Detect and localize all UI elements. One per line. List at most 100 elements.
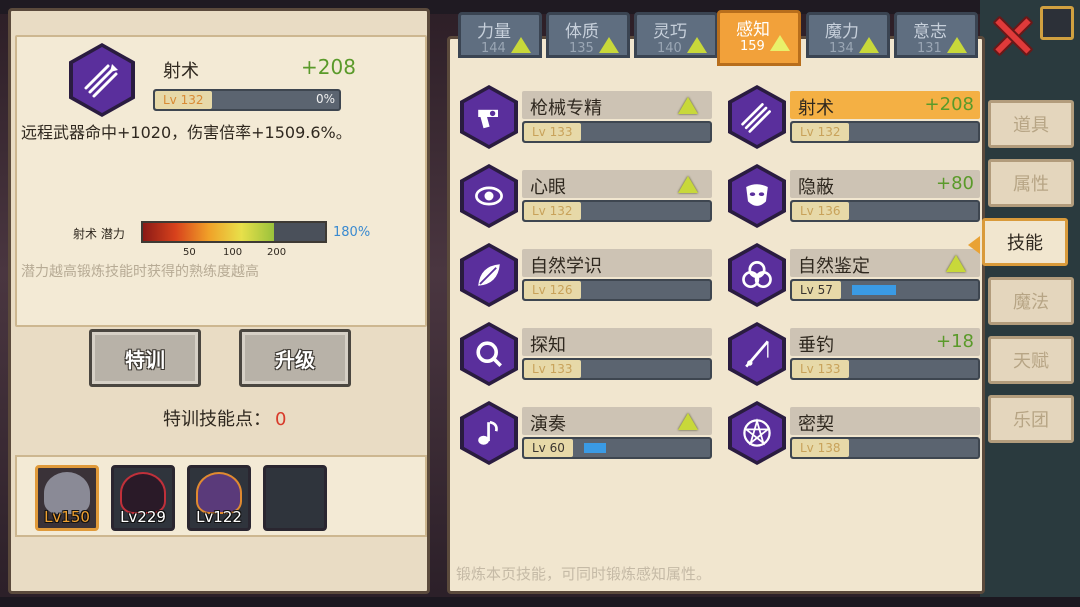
skill-badge xyxy=(728,164,786,228)
party-slot-1[interactable]: Lv150 xyxy=(35,465,99,531)
skill-level: Lv 133 xyxy=(524,123,581,141)
upgrade-arrow-icon xyxy=(770,35,790,51)
side-tab[interactable]: 道具 xyxy=(988,100,1074,148)
skill-name: 自然鉴定 xyxy=(798,256,870,277)
skill-header: 垂钓 +18 xyxy=(790,328,980,356)
pentagram-icon xyxy=(743,418,771,447)
upgrade-arrow-icon xyxy=(678,413,698,430)
skill-level: Lv 132 xyxy=(792,123,849,141)
skill-level-bar: Lv 133 xyxy=(790,358,980,380)
attribute-tab-value: 144 xyxy=(481,41,506,56)
magnifier-icon xyxy=(476,341,502,367)
skill-entry[interactable]: 垂钓 +18 Lv 133 xyxy=(728,322,984,386)
potential-hint: 潜力越高锻炼技能时获得的熟练度越高 xyxy=(21,264,259,280)
minimap-toggle-button[interactable] xyxy=(1040,6,1074,40)
potential-tick: 200 xyxy=(267,247,287,258)
detail-skill-badge xyxy=(69,43,135,117)
upgrade-arrow-icon xyxy=(678,176,698,193)
skill-level-bar: Lv 133 xyxy=(522,121,712,143)
skill-name: 探知 xyxy=(530,335,566,356)
attribute-tab[interactable]: 力量 144 xyxy=(458,12,542,58)
skill-badge xyxy=(728,85,786,149)
detail-skill-name: 射术 xyxy=(163,61,199,82)
skill-name: 垂钓 xyxy=(798,335,834,356)
skill-badge xyxy=(460,85,518,149)
upgrade-arrow-icon xyxy=(678,97,698,114)
close-button[interactable] xyxy=(990,14,1034,58)
upgrade-button[interactable]: 升级 xyxy=(239,329,351,387)
attribute-tab[interactable]: 魔力 134 xyxy=(806,12,890,58)
potential-label: 射术 潜力 xyxy=(73,227,125,241)
side-tab[interactable]: 魔法 xyxy=(988,277,1074,325)
skill-entry[interactable]: 自然鉴定 Lv 57 xyxy=(728,243,984,307)
attribute-tab-label: 力量 xyxy=(477,22,511,42)
triquetra-icon xyxy=(742,261,772,289)
skill-info-card: 射术 +208 Lv 132 0% 远程武器命中+1020，伤害倍率+1509.… xyxy=(15,35,427,327)
skill-entry[interactable]: 自然学识 Lv 126 xyxy=(460,243,716,307)
detail-description: 远程武器命中+1020，伤害倍率+1509.6%。 xyxy=(21,123,352,142)
attribute-tab[interactable]: 体质 135 xyxy=(546,12,630,58)
side-tab[interactable]: 乐团 xyxy=(988,395,1074,443)
potential-pct: 180% xyxy=(333,225,371,240)
train-button[interactable]: 特训 xyxy=(89,329,201,387)
skill-entry[interactable]: 密契 Lv 138 xyxy=(728,401,984,465)
skill-badge xyxy=(728,322,786,386)
skill-entry[interactable]: 心眼 Lv 132 xyxy=(460,164,716,228)
train-points-label: 特训技能点： xyxy=(163,409,271,430)
skill-level-bar: Lv 57 xyxy=(790,279,980,301)
skill-level: Lv 57 xyxy=(792,281,841,299)
side-tab[interactable]: 属性 xyxy=(988,159,1074,207)
potential-tick: 100 xyxy=(223,247,243,258)
attribute-tab-label: 体质 xyxy=(565,22,599,42)
skill-level-bar: Lv 132 xyxy=(790,121,980,143)
skill-level-bar: Lv 138 xyxy=(790,437,980,459)
skill-entry[interactable]: 枪械专精 Lv 133 xyxy=(460,85,716,149)
skill-badge xyxy=(460,401,518,465)
train-points: 特训技能点： 0 xyxy=(163,405,286,431)
attribute-tab[interactable]: 意志 131 xyxy=(894,12,978,58)
eye-icon xyxy=(475,186,503,206)
skill-entry[interactable]: 射术 +208 Lv 132 xyxy=(728,85,984,149)
skill-header: 枪械专精 xyxy=(522,91,712,119)
detail-progress-pct: 0% xyxy=(315,92,335,106)
party-strip: Lv150 Lv229 Lv122 xyxy=(15,455,427,537)
skill-level: Lv 60 xyxy=(524,439,573,457)
side-tab[interactable]: 天赋 xyxy=(988,336,1074,384)
skill-level-bar: Lv 133 xyxy=(522,358,712,380)
skill-header: 隐蔽 +80 xyxy=(790,170,980,198)
skills-panel: 枪械专精 Lv 133 射术 +208 Lv 132 心眼 Lv 132 隐蔽 +80 Lv 13… xyxy=(447,36,985,594)
skill-header: 密契 xyxy=(790,407,980,435)
skill-badge xyxy=(460,322,518,386)
upgrade-arrow-icon xyxy=(511,37,531,53)
attribute-tab-value: 140 xyxy=(657,41,682,56)
skill-entry[interactable]: 探知 Lv 133 xyxy=(460,322,716,386)
upgrade-arrow-icon xyxy=(859,37,879,53)
skill-name: 心眼 xyxy=(530,177,566,198)
skill-bonus: +80 xyxy=(936,173,974,194)
potential-tick: 50 xyxy=(183,247,196,258)
leaf-icon xyxy=(478,264,500,286)
arrows-icon xyxy=(84,64,118,98)
side-tab[interactable]: 技能 xyxy=(982,218,1068,266)
skill-header: 射术 +208 xyxy=(790,91,980,119)
skill-name: 隐蔽 xyxy=(798,177,834,198)
skill-entry[interactable]: 隐蔽 +80 Lv 136 xyxy=(728,164,984,228)
arrows-icon xyxy=(741,103,771,133)
detail-level-tag: Lv 132 xyxy=(155,91,212,109)
attribute-tab-label: 灵巧 xyxy=(653,22,687,42)
party-slot-empty[interactable] xyxy=(263,465,327,531)
page-hint: 锻炼本页技能，可同时锻炼感知属性。 xyxy=(456,565,712,583)
skill-header: 心眼 xyxy=(522,170,712,198)
attribute-tab[interactable]: 感知 159 xyxy=(717,10,801,66)
skill-badge xyxy=(728,401,786,465)
attribute-tab-value: 135 xyxy=(569,41,594,56)
attribute-tab[interactable]: 灵巧 140 xyxy=(634,12,718,58)
attribute-tab-value: 159 xyxy=(740,39,765,54)
party-level: Lv150 xyxy=(44,508,90,526)
revolver-icon xyxy=(478,109,498,129)
detail-level-bar: Lv 132 0% xyxy=(153,89,341,111)
party-slot-2[interactable]: Lv229 xyxy=(111,465,175,531)
party-slot-3[interactable]: Lv122 xyxy=(187,465,251,531)
skill-level: Lv 136 xyxy=(792,202,849,220)
skill-entry[interactable]: 演奏 Lv 60 xyxy=(460,401,716,465)
